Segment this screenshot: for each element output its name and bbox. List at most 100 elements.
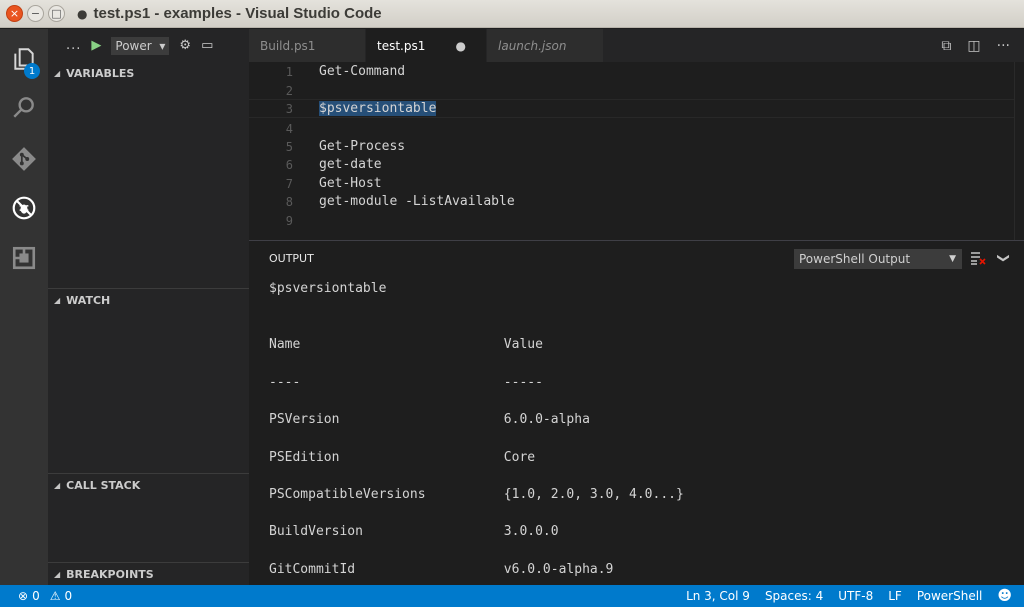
line-code: Get-Command: [319, 64, 406, 79]
window-title: test.ps1 - examples - Visual Studio Code: [93, 5, 382, 22]
editor-line[interactable]: 4: [249, 119, 1014, 138]
error-count: 0: [32, 589, 40, 603]
open-changes-icon[interactable]: ⧉: [941, 38, 951, 54]
section-label: BREAKPOINTS: [66, 567, 154, 581]
collapse-triangle-icon: ◢: [54, 68, 61, 78]
output-line: Name Value: [269, 337, 543, 352]
extensions-view-button[interactable]: [0, 234, 48, 282]
section-label: WATCH: [66, 293, 111, 307]
debug-toolbar: ... ▶ Power ▾ ⚙ ▭: [48, 29, 249, 62]
clear-output-icon[interactable]: [970, 250, 986, 266]
explorer-badge: 1: [24, 63, 40, 79]
language-mode[interactable]: PowerShell: [917, 589, 983, 603]
output-channel-select[interactable]: PowerShell Output ▼: [794, 249, 962, 269]
cursor-position[interactable]: Ln 3, Col 9: [686, 589, 750, 603]
line-code: get-module -ListAvailable: [319, 194, 515, 209]
gear-icon[interactable]: ⚙: [179, 38, 191, 53]
editor-line[interactable]: 2: [249, 81, 1014, 100]
search-view-button[interactable]: [0, 83, 48, 131]
tab-label: test.ps1: [377, 38, 426, 53]
title-bar: × − □ ● test.ps1 - examples - Visual Stu…: [0, 0, 1024, 28]
debug-sidebar: ... ▶ Power ▾ ⚙ ▭ ◢ VARIABLES ◢ WATCH ◢ …: [48, 29, 249, 585]
editor-actions: ⧉ ◫ ···: [941, 29, 1024, 62]
end-of-line[interactable]: LF: [888, 589, 902, 603]
indentation[interactable]: Spaces: 4: [765, 589, 823, 603]
editor-line-current[interactable]: 3 $psversiontable: [249, 99, 1014, 118]
error-icon: ⊗: [18, 589, 29, 603]
line-number: 4: [285, 121, 293, 136]
warning-count: 0: [64, 589, 73, 603]
minimize-window-button[interactable]: −: [27, 5, 44, 22]
editor-line[interactable]: 8 get-module -ListAvailable: [249, 192, 1014, 211]
section-label: VARIABLES: [66, 66, 135, 80]
line-code: get-date: [319, 157, 382, 172]
line-number: 6: [285, 157, 293, 172]
problems-indicator[interactable]: ⊗ 0 ⚠ 0: [18, 589, 72, 603]
more-actions-button[interactable]: ...: [66, 38, 81, 53]
debug-configuration-select[interactable]: Power ▾: [111, 36, 170, 55]
collapse-triangle-icon: ◢: [54, 569, 61, 579]
breakpoints-section-header[interactable]: ◢ BREAKPOINTS: [48, 563, 249, 585]
chevron-down-icon: ▼: [949, 254, 956, 264]
git-icon: [12, 147, 36, 171]
unsaved-dot-icon: ●: [77, 6, 88, 21]
unsaved-dot-icon[interactable]: ●: [456, 39, 466, 53]
editor-line[interactable]: 7 Get-Host: [249, 174, 1014, 193]
feedback-smiley-icon[interactable]: ☻: [997, 588, 1012, 604]
collapse-triangle-icon: ◢: [54, 480, 61, 490]
warning-icon: ⚠: [49, 589, 61, 603]
source-control-button[interactable]: [0, 135, 48, 183]
panel-header: OUTPUT PowerShell Output ▼ ❯: [249, 241, 1024, 277]
status-right-items: Ln 3, Col 9 Spaces: 4 UTF-8 LF PowerShel…: [686, 585, 1024, 607]
tab-label: Build.ps1: [260, 38, 316, 53]
line-number: 5: [285, 139, 293, 154]
tab-launch-json[interactable]: launch.json: [487, 29, 603, 62]
debug-view-button[interactable]: [0, 184, 48, 232]
tab-test-ps1[interactable]: test.ps1 ●: [366, 29, 486, 62]
tab-label: launch.json: [498, 38, 567, 53]
collapse-triangle-icon: ◢: [54, 295, 61, 305]
file-encoding[interactable]: UTF-8: [838, 589, 873, 603]
line-code: Get-Host: [319, 176, 382, 191]
output-line: PSCompatibleVersions {1.0, 2.0, 3.0, 4.0…: [269, 487, 684, 502]
close-window-button[interactable]: ×: [6, 5, 23, 22]
tab-build-ps1[interactable]: Build.ps1: [249, 29, 365, 62]
line-number: 3: [285, 101, 293, 116]
editor-scrollbar[interactable]: [1014, 62, 1024, 240]
explorer-button[interactable]: 1: [0, 35, 48, 83]
line-code: Get-Process: [319, 139, 406, 154]
output-line: ---- -----: [269, 375, 543, 390]
line-number: 8: [285, 194, 293, 209]
editor-line[interactable]: 9: [249, 211, 1014, 230]
line-number: 2: [285, 83, 293, 98]
more-actions-icon[interactable]: ···: [997, 38, 1010, 54]
editor-line[interactable]: 1 Get-Command: [249, 62, 1014, 81]
output-line: BuildVersion 3.0.0.0: [269, 524, 559, 539]
debug-icon: [12, 196, 36, 220]
output-line: PSEdition Core: [269, 450, 536, 465]
line-code: $psversiontable: [319, 101, 437, 116]
watch-section-header[interactable]: ◢ WATCH: [48, 289, 249, 311]
chevron-down-icon[interactable]: ❯: [997, 253, 1011, 263]
debug-console-icon[interactable]: ▭: [201, 38, 213, 53]
line-number: 7: [285, 176, 293, 191]
maximize-window-button[interactable]: □: [48, 5, 65, 22]
variables-section-header[interactable]: ◢ VARIABLES: [48, 62, 249, 84]
call-stack-section-header[interactable]: ◢ CALL STACK: [48, 474, 249, 496]
section-label: CALL STACK: [66, 478, 141, 492]
selection-highlight: $psversiontable: [319, 101, 437, 116]
output-channel-value: PowerShell Output: [799, 252, 911, 266]
panel-title[interactable]: OUTPUT: [269, 252, 314, 265]
editor-line[interactable]: 6 get-date: [249, 155, 1014, 174]
chevron-down-icon: ▾: [159, 38, 166, 53]
window-controls: × − □: [6, 5, 65, 22]
editor-line[interactable]: 5 Get-Process: [249, 137, 1014, 156]
extensions-icon: [12, 246, 36, 270]
line-number: 9: [285, 213, 293, 228]
debug-configuration-value: Power: [115, 38, 152, 53]
start-debugging-icon[interactable]: ▶: [91, 38, 101, 53]
split-editor-icon[interactable]: ◫: [967, 38, 980, 54]
line-number: 1: [285, 64, 293, 79]
editor-tab-bar: Build.ps1 test.ps1 ● launch.json ⧉ ◫ ···: [249, 29, 1024, 62]
code-editor[interactable]: 1 Get-Command 2 3 $psversiontable 4 5 Ge…: [249, 62, 1024, 240]
